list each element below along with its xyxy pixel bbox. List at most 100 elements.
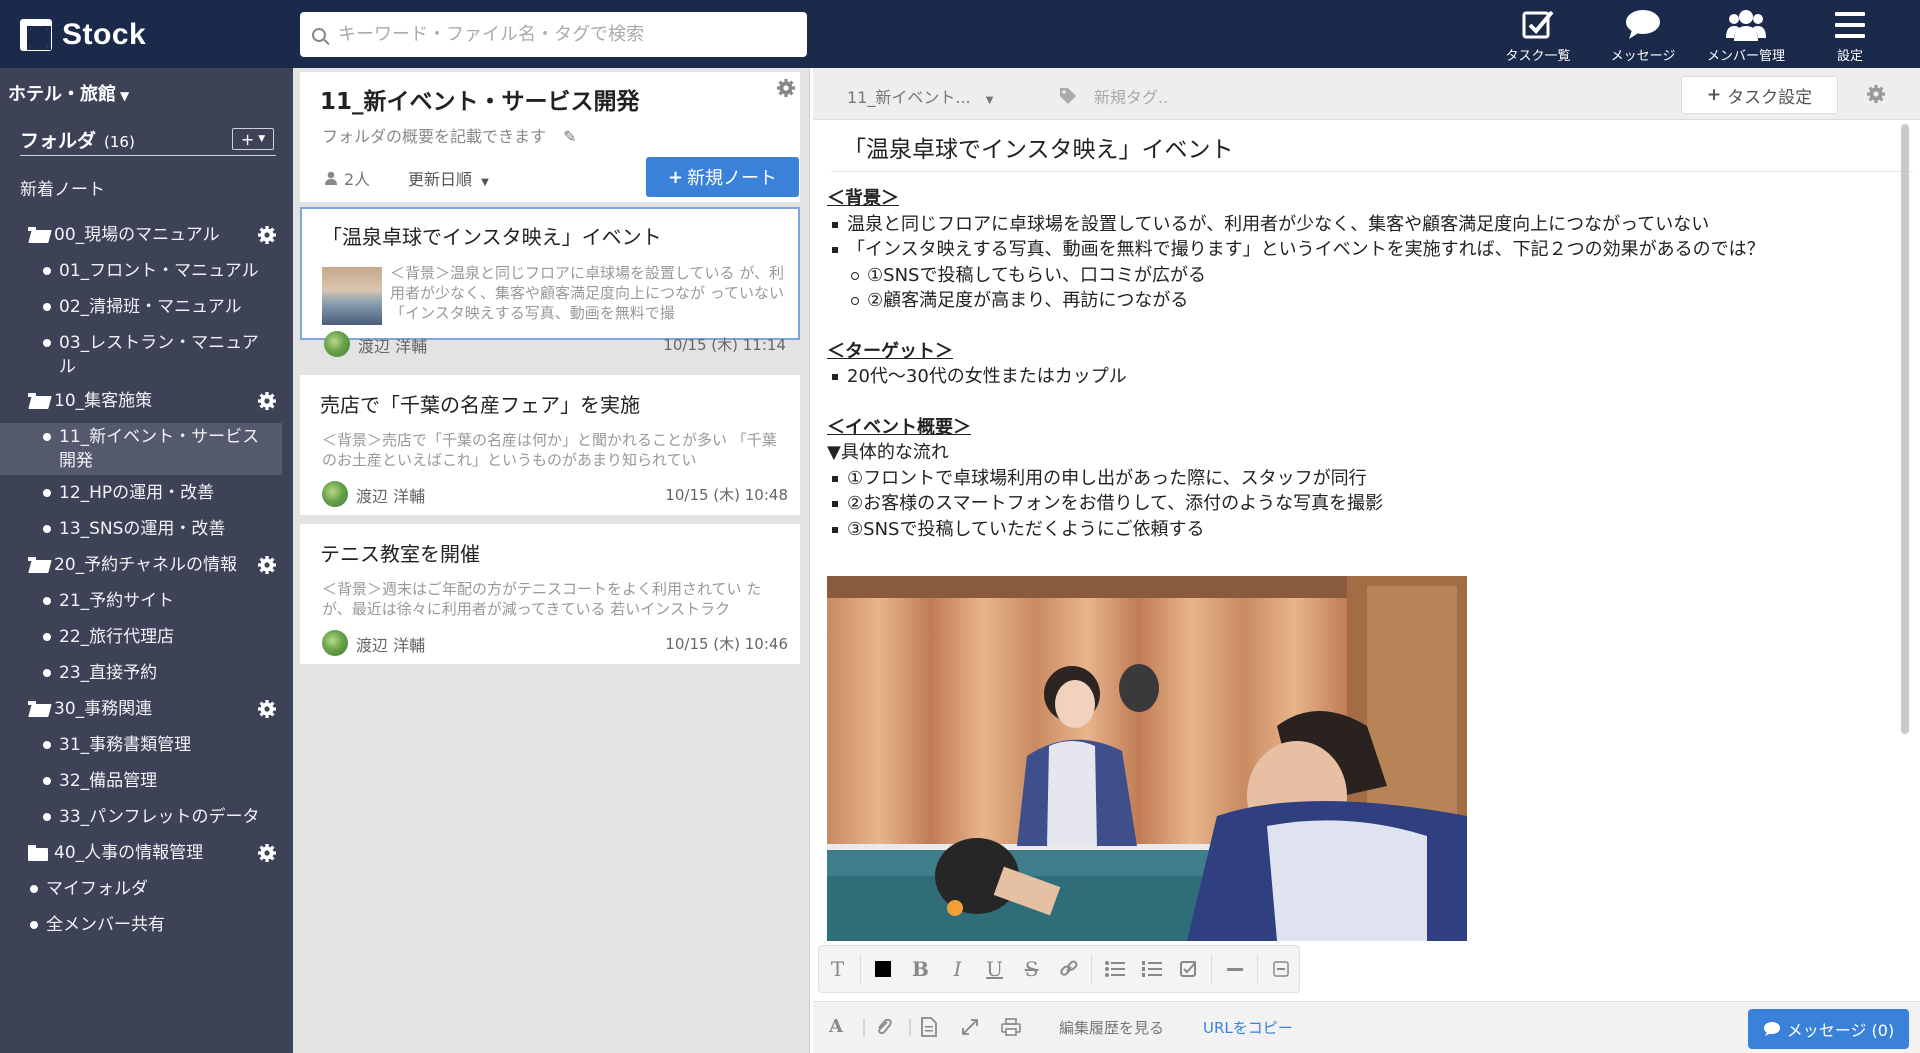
editor-scrollbar[interactable] [1901,124,1909,734]
sidebar-item-22[interactable]: 22_旅行代理店 [0,625,293,649]
folder-description[interactable]: フォルダの概要を記載できます ✎ [322,123,577,147]
bullet-icon [43,303,51,311]
bullet-icon [43,525,51,533]
sidebar-item-label: 22_旅行代理店 [59,627,175,647]
add-folder-button[interactable]: + ▼ [232,128,274,150]
sidebar-item-label: 10_集客施策 [54,391,153,411]
bullet-icon [30,921,38,929]
sidebar-item-label: 30_事務関連 [54,699,153,719]
sidebar-item-21[interactable]: 21_予約サイト [0,589,293,613]
attached-photo[interactable] [827,576,1467,941]
sidebar-item-03[interactable]: 03_レストラン・マニュアル [0,331,270,379]
bullet-list-icon[interactable] [1096,946,1133,992]
sidebar-item-33[interactable]: 33_パンフレットのデータ [0,805,293,829]
sidebar-item-my-folder[interactable]: マイフォルダ [0,877,293,901]
nav-messages-label: メッセージ [1610,49,1676,64]
numbered-list-icon[interactable] [1133,946,1170,992]
plus-icon: + [240,129,255,149]
bullet-icon [43,741,51,749]
new-note-button[interactable]: + 新規ノート [646,157,799,197]
tag-placeholder: 新規タグ.. [1094,88,1169,107]
sidebar-item-label: マイフォルダ [46,879,148,899]
folder-breadcrumb[interactable]: 11_新イベント... ▼ [847,84,993,108]
sidebar-item-label: 03_レストラン・マニュアル [59,333,259,377]
task-settings-label: タスク設定 [1727,87,1813,108]
chevron-down-icon: ▼ [120,89,130,103]
sidebar-item-02[interactable]: 02_清掃班・マニュアル [0,295,293,319]
sidebar-folder-20[interactable]: 20_予約チャネルの情報 [0,553,293,577]
sidebar-item-23[interactable]: 23_直接予約 [0,661,293,685]
gear-icon[interactable] [257,391,277,411]
avatar [322,481,348,507]
sidebar-item-31[interactable]: 31_事務書類管理 [0,733,293,757]
speech-bubble-icon [1763,1022,1780,1036]
editor-header: 11_新イベント... ▼ 新規タグ.. + タスク設定 [813,68,1920,120]
document-icon[interactable] [921,1017,937,1037]
task-settings-button[interactable]: + タスク設定 [1681,76,1838,114]
text-color-icon[interactable] [865,946,902,992]
text-size-icon[interactable]: T [819,946,856,992]
sidebar-item-new-notes[interactable]: 新着ノート [20,178,280,202]
checkbox-icon [1521,8,1555,42]
link-icon[interactable] [1050,946,1087,992]
note-card[interactable]: 売店で「千葉の名産フェア」を実施 ＜背景＞売店で「千葉の名産は何か」と聞かれるこ… [300,375,800,515]
search-bar[interactable] [300,12,807,57]
sidebar-folder-30[interactable]: 30_事務関連 [0,697,293,721]
chevron-down-icon: ▼ [258,134,266,144]
pencil-icon[interactable]: ✎ [563,127,576,146]
sidebar-folder-00[interactable]: 00_現場のマニュアル [0,223,293,247]
sidebar-item-32[interactable]: 32_備品管理 [0,769,293,793]
sidebar-item-13[interactable]: 13_SNSの運用・改善 [0,517,293,541]
search-input[interactable] [338,24,778,45]
sidebar-item-label: 全メンバー共有 [46,915,165,935]
sidebar-item-12[interactable]: 12_HPの運用・改善 [0,481,293,505]
gear-icon[interactable] [257,225,277,245]
note-card-title: 「温泉卓球でインスタ映え」イベント [322,225,662,249]
print-icon[interactable] [1001,1018,1021,1036]
gear-icon[interactable] [257,699,277,719]
company-selector[interactable]: ホテル・旅館 ▼ [8,80,129,106]
avatar [324,331,350,357]
gear-icon[interactable] [1866,84,1886,104]
strikethrough-icon[interactable]: S [1013,946,1050,992]
note-card[interactable]: テニス教室を開催 ＜背景＞週末はご年配の方がテニスコートをよく利用されてい たが… [300,524,800,664]
nav-messages[interactable]: メッセージ [1605,8,1681,64]
collapse-icon[interactable] [1262,946,1299,992]
gear-icon[interactable] [776,78,796,98]
font-icon[interactable]: A [829,1016,843,1037]
note-card-snippet: ＜背景＞週末はご年配の方がテニスコートをよく利用されてい たが、最近は徐々に利用… [322,580,762,618]
sidebar-item-11[interactable]: 11_新イベント・サービス開発 [0,423,282,475]
paperclip-icon[interactable] [875,1017,893,1037]
nav-members[interactable]: メンバー管理 [1700,8,1792,64]
tag-input[interactable]: 新規タグ.. [1058,84,1168,108]
bullet-list: 20代〜30代の女性またはカップル [827,364,1887,390]
bold-icon[interactable]: B [902,946,939,992]
separator: | [907,1016,914,1037]
gear-icon[interactable] [257,843,277,863]
copy-url-link[interactable]: URLをコピー [1203,1017,1293,1038]
note-body[interactable]: ＜背景＞ 温泉と同じフロアに卓球場を設置しているが、利用者が少なく、集客や顧客満… [827,186,1887,542]
nav-settings[interactable]: 設定 [1820,8,1880,64]
sidebar-item-01[interactable]: 01_フロント・マニュアル [0,259,293,283]
note-card[interactable]: 「温泉卓球でインスタ映え」イベント ＜背景＞温泉と同じフロアに卓球場を設置してい… [300,207,800,357]
sidebar-folder-10[interactable]: 10_集客施策 [0,389,293,413]
note-title[interactable]: 「温泉卓球でインスタ映え」イベント [843,130,1234,164]
gear-icon[interactable] [257,555,277,575]
sidebar-folder-40[interactable]: 40_人事の情報管理 [0,841,293,865]
expand-icon[interactable] [961,1018,979,1036]
member-count[interactable]: 2人 [324,166,370,190]
horizontal-rule-icon[interactable] [1216,946,1253,992]
stock-logo[interactable]: Stock [20,17,146,53]
sidebar-item-label: 21_予約サイト [59,591,175,611]
edit-history-link[interactable]: 編集履歴を見る [1059,1017,1164,1038]
sort-dropdown[interactable]: 更新日順 ▼ [408,166,489,190]
sidebar-item-all-members[interactable]: 全メンバー共有 [0,913,293,937]
italic-icon[interactable]: I [939,946,976,992]
note-card-snippet: ＜背景＞売店で「千葉の名産は何か」と聞かれることが多い 「千葉のお土産といえばこ… [322,431,777,469]
nav-tasks[interactable]: タスク一覧 [1500,8,1576,64]
underline-icon[interactable]: U [976,946,1013,992]
sidebar-item-label: 31_事務書類管理 [59,735,192,755]
checklist-icon[interactable] [1170,946,1207,992]
message-button[interactable]: メッセージ (0) [1748,1009,1909,1049]
sidebar-item-label: 13_SNSの運用・改善 [59,519,226,539]
